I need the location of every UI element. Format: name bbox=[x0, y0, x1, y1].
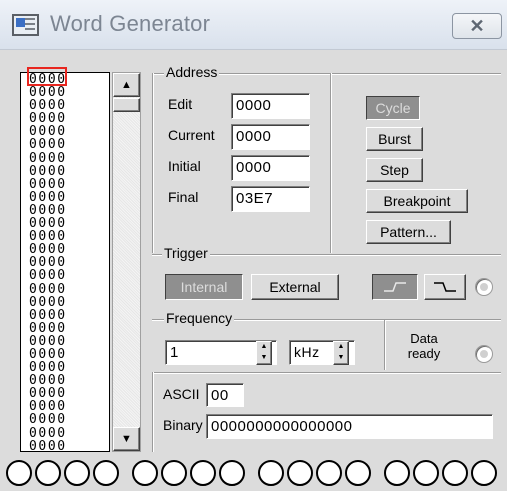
step-button[interactable]: Step bbox=[366, 158, 423, 182]
frequency-group-label: Frequency bbox=[164, 310, 235, 326]
output-terminal[interactable] bbox=[6, 460, 32, 486]
output-terminal[interactable] bbox=[287, 460, 313, 486]
output-terminal[interactable] bbox=[345, 460, 371, 486]
ascii-group-line bbox=[152, 372, 501, 374]
ascii-field[interactable]: 00 bbox=[206, 383, 244, 407]
spin-up-icon: ▲ bbox=[260, 343, 268, 350]
word-generator-window: Word Generator ✕ 0000 0000 0000 0000 0000 000… bbox=[0, 0, 507, 491]
word-row[interactable]: 0000 bbox=[21, 191, 109, 204]
word-row[interactable]: 0000 bbox=[21, 282, 109, 296]
word-row[interactable]: 0000 bbox=[21, 426, 109, 440]
edit-label: Edit bbox=[168, 96, 193, 112]
address-divider bbox=[330, 73, 332, 253]
internal-trigger-button[interactable]: Internal bbox=[165, 274, 243, 300]
word-row[interactable]: 0000 bbox=[21, 296, 109, 309]
output-terminal[interactable] bbox=[219, 460, 245, 486]
breakpoint-button[interactable]: Breakpoint bbox=[366, 189, 468, 213]
frequency-spinner[interactable]: ▲ ▼ bbox=[256, 341, 272, 365]
final-address-field[interactable]: 03E7 bbox=[231, 186, 310, 212]
data-ready-divider bbox=[384, 320, 386, 370]
word-list[interactable]: 0000 0000 0000 0000 0000 0000 0000 0000 0000 0000… bbox=[20, 72, 110, 452]
word-row[interactable]: 0000 bbox=[21, 309, 109, 322]
arrow-up-icon: ▲ bbox=[121, 79, 132, 91]
internal-trigger-label: Internal bbox=[180, 279, 228, 295]
initial-address-field[interactable]: 0000 bbox=[231, 155, 310, 181]
data-ready-label: Data ready bbox=[399, 331, 449, 361]
current-label: Current bbox=[168, 127, 215, 143]
external-trigger-button[interactable]: External bbox=[251, 274, 339, 300]
scroll-thumb[interactable] bbox=[113, 98, 140, 112]
current-address-field: 0000 bbox=[231, 124, 310, 150]
address-group-left-line bbox=[152, 73, 154, 253]
unit-spinner[interactable]: ▲ ▼ bbox=[333, 341, 349, 365]
word-row[interactable]: 0000 bbox=[21, 413, 109, 426]
pattern-button[interactable]: Pattern... bbox=[366, 220, 451, 244]
cycle-button-label: Cycle bbox=[375, 100, 411, 116]
initial-label: Initial bbox=[168, 158, 201, 174]
step-button-label: Step bbox=[380, 162, 409, 178]
output-terminal[interactable] bbox=[258, 460, 284, 486]
output-terminal[interactable] bbox=[316, 460, 342, 486]
word-list-scrollbar[interactable]: ▲ ▼ bbox=[112, 72, 141, 452]
data-ready-label-line1: Data bbox=[410, 331, 438, 346]
word-generator-app-icon bbox=[12, 14, 39, 36]
title-bar[interactable]: Word Generator ✕ bbox=[0, 0, 507, 50]
trigger-group-label: Trigger bbox=[162, 245, 210, 261]
address-group-label: Address bbox=[164, 64, 220, 80]
output-terminal[interactable] bbox=[64, 460, 90, 486]
word-row[interactable]: 0000 bbox=[21, 269, 109, 282]
spin-down-icon: ▼ bbox=[260, 354, 268, 361]
spin-down-icon: ▼ bbox=[337, 354, 345, 361]
rising-edge-button[interactable] bbox=[372, 274, 418, 300]
final-label: Final bbox=[168, 189, 199, 205]
close-icon: ✕ bbox=[469, 15, 485, 36]
word-row[interactable]: 0000 bbox=[21, 152, 109, 165]
trigger-indicator bbox=[475, 278, 493, 296]
spin-up-icon: ▲ bbox=[337, 343, 345, 350]
window-title: Word Generator bbox=[50, 11, 211, 36]
output-terminal[interactable] bbox=[471, 460, 497, 486]
arrow-down-icon: ▼ bbox=[121, 433, 132, 445]
output-terminal[interactable] bbox=[132, 460, 158, 486]
ascii-label: ASCII bbox=[163, 386, 200, 402]
word-row[interactable]: 0000 bbox=[21, 138, 109, 151]
word-row[interactable]: 0000 bbox=[21, 440, 109, 451]
output-terminal[interactable] bbox=[190, 460, 216, 486]
pattern-button-label: Pattern... bbox=[380, 224, 437, 240]
burst-button[interactable]: Burst bbox=[366, 127, 423, 151]
falling-edge-icon bbox=[434, 282, 456, 292]
data-ready-label-line2: ready bbox=[407, 346, 441, 361]
word-row[interactable]: 0000 bbox=[21, 322, 109, 335]
output-terminal[interactable] bbox=[413, 460, 439, 486]
burst-button-label: Burst bbox=[378, 131, 411, 147]
cycle-button[interactable]: Cycle bbox=[366, 96, 420, 120]
falling-edge-button[interactable] bbox=[424, 274, 466, 300]
output-terminal[interactable] bbox=[35, 460, 61, 486]
output-terminal[interactable] bbox=[384, 460, 410, 486]
binary-label: Binary bbox=[163, 417, 203, 433]
scroll-up-button[interactable]: ▲ bbox=[113, 73, 140, 97]
breakpoint-button-label: Breakpoint bbox=[383, 193, 451, 209]
edit-address-field[interactable]: 0000 bbox=[231, 93, 310, 119]
rising-edge-icon bbox=[384, 282, 406, 292]
output-terminals bbox=[0, 456, 507, 491]
output-terminal[interactable] bbox=[161, 460, 187, 486]
word-row[interactable]: 0000 bbox=[21, 178, 109, 191]
binary-field[interactable]: 0000000000000000 bbox=[206, 414, 493, 439]
data-ready-indicator bbox=[475, 345, 493, 363]
close-button[interactable]: ✕ bbox=[452, 13, 502, 39]
ascii-group-left-line bbox=[152, 372, 154, 452]
external-trigger-label: External bbox=[269, 279, 321, 295]
word-row[interactable]: 0000 bbox=[21, 165, 109, 178]
word-row[interactable]: 0000 bbox=[21, 335, 109, 348]
output-terminal[interactable] bbox=[93, 460, 119, 486]
output-terminal[interactable] bbox=[442, 460, 468, 486]
scroll-down-button[interactable]: ▼ bbox=[113, 427, 140, 451]
